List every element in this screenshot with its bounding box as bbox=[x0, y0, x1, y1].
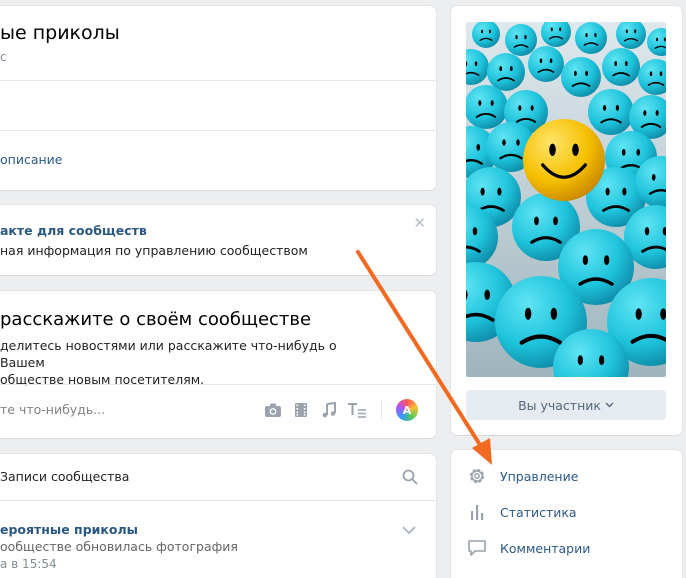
group-status[interactable]: с bbox=[0, 50, 7, 64]
comment-icon bbox=[466, 537, 488, 559]
menu-item-label: Статистика bbox=[500, 504, 577, 520]
menu-item-label: Комментарии bbox=[500, 540, 591, 556]
group-header-card: ые приколы с описание bbox=[0, 6, 436, 190]
group-title: ые приколы bbox=[0, 22, 120, 44]
tips-subtitle: ная информация по управлению сообществом bbox=[0, 243, 308, 258]
create-description-line: обществе новым посетителям. bbox=[0, 372, 205, 387]
video-icon[interactable] bbox=[291, 400, 311, 420]
create-description: делитесь новостями или расскажите что-ни… bbox=[0, 337, 380, 388]
stats-icon bbox=[466, 501, 488, 523]
chevron-down-icon[interactable] bbox=[402, 524, 416, 539]
community-wall-card: Записи сообщества ероятные приколы ообще… bbox=[0, 454, 436, 578]
author-avatar[interactable]: A bbox=[396, 399, 418, 421]
menu-item-comments[interactable]: Комментарии bbox=[466, 530, 666, 566]
tips-title-link[interactable]: акте для сообществ bbox=[0, 223, 147, 238]
music-icon[interactable] bbox=[319, 400, 339, 420]
gear-icon bbox=[466, 465, 488, 487]
community-menu-card: Управление Статистика Комментарии bbox=[451, 450, 682, 578]
camera-icon[interactable] bbox=[263, 400, 283, 420]
post-time[interactable]: а в 15:54 bbox=[0, 557, 57, 571]
post-input[interactable]: те что-нибудь... bbox=[0, 402, 105, 417]
divider bbox=[0, 500, 436, 501]
add-description-link[interactable]: описание bbox=[0, 152, 62, 167]
search-icon[interactable] bbox=[402, 469, 418, 489]
tell-about-community-card: расскажите о своём сообществе делитесь н… bbox=[0, 291, 436, 438]
group-cover-card: Вы участник bbox=[451, 6, 682, 435]
page: ые приколы с описание акте для сообществ… bbox=[0, 0, 686, 578]
create-description-line: делитесь новостями или расскажите что-ни… bbox=[0, 338, 337, 370]
divider bbox=[0, 80, 436, 81]
divider bbox=[0, 384, 436, 385]
menu-item-statistics[interactable]: Статистика bbox=[466, 494, 666, 530]
post-text: ообществе обновилась фотография bbox=[0, 539, 238, 554]
divider bbox=[0, 130, 436, 131]
member-label: Вы участник bbox=[518, 397, 601, 413]
member-dropdown-button[interactable]: Вы участник bbox=[466, 390, 666, 420]
close-icon[interactable]: ✕ bbox=[413, 214, 426, 232]
community-tips-card: акте для сообществ ная информация по упр… bbox=[0, 205, 436, 275]
create-title: расскажите о своём сообществе bbox=[0, 309, 312, 330]
menu-item-label: Управление bbox=[500, 468, 579, 484]
wall-header[interactable]: Записи сообщества bbox=[0, 469, 129, 484]
chevron-down-icon bbox=[605, 402, 614, 408]
attachment-toolbar: A bbox=[263, 399, 418, 421]
group-cover-image[interactable] bbox=[466, 22, 666, 377]
post-author-link[interactable]: ероятные приколы bbox=[0, 522, 138, 537]
toolbar-separator bbox=[381, 400, 382, 420]
menu-item-management[interactable]: Управление bbox=[466, 458, 666, 494]
text-format-icon[interactable] bbox=[347, 400, 367, 420]
